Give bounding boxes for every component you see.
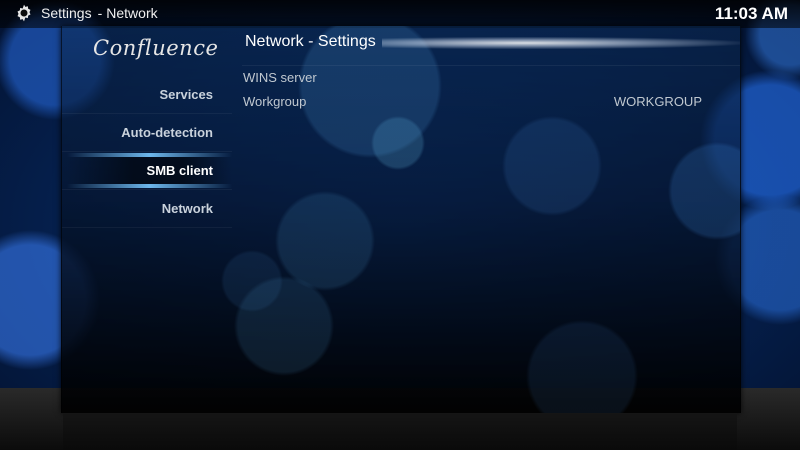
header-glow	[382, 37, 740, 49]
setting-label: Workgroup	[243, 94, 307, 109]
breadcrumb: Settings - Network	[41, 5, 158, 21]
setting-wins-server[interactable]: WINS server	[242, 66, 702, 90]
gear-icon	[17, 4, 31, 22]
setting-label: WINS server	[243, 70, 317, 85]
top-bar: Settings - Network 11:03 AM	[0, 0, 800, 28]
setting-value: WORKGROUP	[613, 94, 702, 109]
sidebar-item-label: Network	[161, 201, 213, 216]
settings-panel: Confluence Services Auto-detection SMB c…	[61, 26, 741, 413]
sidebar-item-smb-client[interactable]: SMB client	[62, 152, 232, 190]
sidebar-item-label: SMB client	[146, 163, 213, 178]
setting-workgroup[interactable]: Workgroup WORKGROUP	[242, 90, 702, 114]
footer-bar	[63, 413, 737, 450]
page-title: Network - Settings	[245, 33, 376, 50]
sidebar-item-network[interactable]: Network	[62, 190, 232, 228]
breadcrumb-page: Network	[106, 5, 158, 21]
sidebar: Services Auto-detection SMB client Netwo…	[62, 76, 232, 228]
settings-list: WINS server Workgroup WORKGROUP	[242, 66, 702, 114]
sidebar-item-label: Services	[159, 87, 214, 102]
confluence-logo: Confluence	[93, 36, 219, 60]
sidebar-item-auto-detection[interactable]: Auto-detection	[62, 114, 232, 152]
breadcrumb-section: Settings	[41, 5, 92, 21]
sidebar-item-services[interactable]: Services	[62, 76, 232, 114]
sidebar-item-label: Auto-detection	[121, 125, 213, 140]
clock: 11:03 AM	[714, 4, 788, 23]
